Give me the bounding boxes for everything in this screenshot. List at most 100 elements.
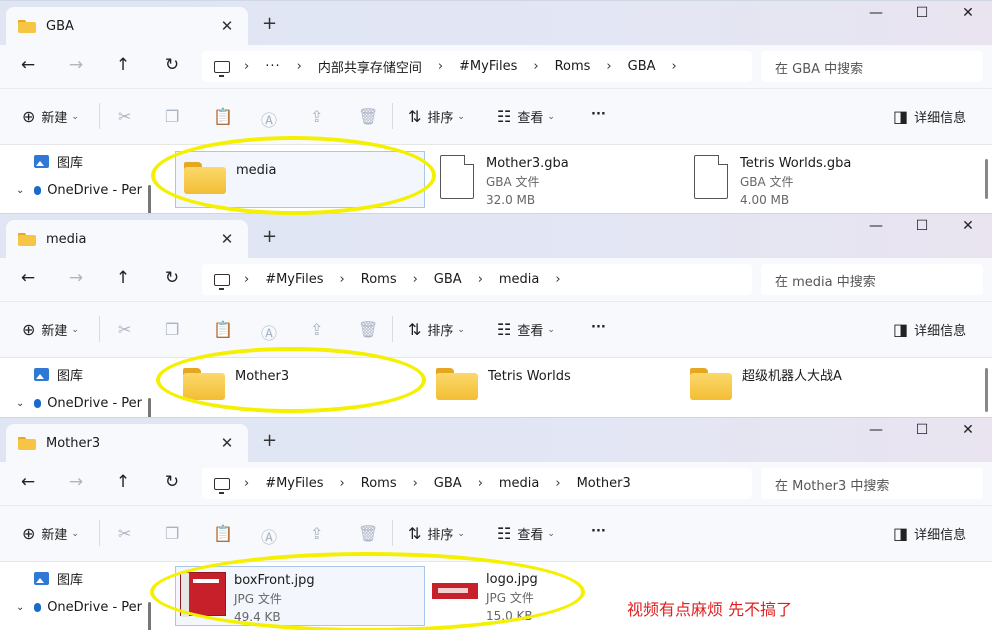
cut-button[interactable]: ✂ [118, 320, 137, 339]
share-button[interactable]: ⇪ [310, 320, 329, 339]
tab-media[interactable]: media ✕ [6, 220, 248, 258]
content-scrollbar[interactable] [985, 368, 988, 412]
more-button[interactable]: ··· [591, 107, 606, 122]
delete-button[interactable]: 🗑 [358, 107, 384, 126]
list-item[interactable]: media [175, 151, 425, 208]
details-button[interactable]: ◨ 详细信息 [893, 524, 966, 543]
breadcrumb-item[interactable]: GBA [434, 272, 462, 287]
rename-button[interactable]: Ⓐ [261, 320, 283, 344]
sidebar-item-gallery[interactable]: 图库 [16, 152, 142, 171]
back-icon[interactable]: ← [16, 55, 40, 75]
breadcrumb-item[interactable]: GBA [628, 59, 656, 74]
tab-close-icon[interactable]: ✕ [218, 230, 236, 248]
cut-button[interactable]: ✂ [118, 107, 137, 126]
tab-gba[interactable]: GBA ✕ [6, 7, 248, 45]
view-button[interactable]: ☷ 查看 ⌄ [497, 320, 555, 339]
search-input[interactable]: 在 media 中搜索 [761, 264, 983, 295]
chevron-right-icon[interactable]: › [606, 59, 611, 74]
sort-button[interactable]: ⇅ 排序 ⌄ [408, 320, 465, 339]
maximize-icon[interactable]: ☐ [902, 218, 942, 234]
tab-mother3[interactable]: Mother3 ✕ [6, 424, 248, 462]
back-icon[interactable]: ← [16, 268, 40, 288]
content-scrollbar[interactable] [985, 159, 988, 199]
back-icon[interactable]: ← [16, 472, 40, 492]
breadcrumb-item[interactable]: #MyFiles [459, 59, 517, 74]
sidebar-scrollbar[interactable] [148, 602, 151, 630]
sidebar-scrollbar[interactable] [148, 398, 151, 417]
breadcrumb-item[interactable]: media [499, 476, 540, 491]
chevron-right-icon[interactable]: › [555, 272, 560, 287]
breadcrumb-item[interactable]: Roms [361, 476, 397, 491]
forward-icon[interactable]: → [64, 268, 88, 288]
close-icon[interactable]: ✕ [948, 422, 988, 438]
chevron-right-icon[interactable]: › [340, 476, 345, 491]
sidebar-item-onedrive[interactable]: ⌄ OneDrive - Per [16, 396, 142, 411]
sidebar-item-gallery[interactable]: 图库 [16, 569, 142, 588]
refresh-icon[interactable]: ↻ [160, 55, 184, 75]
breadcrumb-item[interactable]: ··· [265, 59, 280, 74]
chevron-right-icon[interactable]: › [438, 59, 443, 74]
breadcrumb[interactable]: › #MyFiles › Roms › GBA › media › Mother… [202, 468, 752, 499]
tab-close-icon[interactable]: ✕ [218, 434, 236, 452]
new-button[interactable]: ⊕ 新建 ⌄ [22, 320, 79, 339]
breadcrumb-item[interactable]: Roms [555, 59, 591, 74]
paste-button[interactable]: 📋 [213, 107, 239, 126]
list-item[interactable]: Tetris Worlds.gba GBA 文件 4.00 MB [694, 155, 944, 207]
refresh-icon[interactable]: ↻ [160, 472, 184, 492]
list-item[interactable]: boxFront.jpg JPG 文件 49.4 KB [175, 566, 425, 626]
chevron-right-icon[interactable]: › [672, 59, 677, 74]
share-button[interactable]: ⇪ [310, 107, 329, 126]
chevron-right-icon[interactable]: › [533, 59, 538, 74]
chevron-right-icon[interactable]: › [244, 272, 249, 287]
cut-button[interactable]: ✂ [118, 524, 137, 543]
details-button[interactable]: ◨ 详细信息 [893, 320, 966, 339]
up-icon[interactable]: ↑ [111, 268, 135, 288]
sort-button[interactable]: ⇅ 排序 ⌄ [408, 107, 465, 126]
share-button[interactable]: ⇪ [310, 524, 329, 543]
breadcrumb-item[interactable]: Roms [361, 272, 397, 287]
breadcrumb-item[interactable]: GBA [434, 476, 462, 491]
chevron-right-icon[interactable]: › [555, 476, 560, 491]
more-button[interactable]: ··· [591, 524, 606, 539]
sidebar-item-onedrive[interactable]: ⌄ OneDrive - Per [16, 600, 142, 615]
forward-icon[interactable]: → [64, 472, 88, 492]
paste-button[interactable]: 📋 [213, 320, 239, 339]
new-tab-icon[interactable]: + [262, 13, 277, 34]
maximize-icon[interactable]: ☐ [902, 422, 942, 438]
list-item[interactable]: Mother3.gba GBA 文件 32.0 MB [440, 155, 670, 207]
breadcrumb-item[interactable]: #MyFiles [265, 272, 323, 287]
rename-button[interactable]: Ⓐ [261, 107, 283, 131]
up-icon[interactable]: ↑ [111, 55, 135, 75]
minimize-icon[interactable]: — [856, 422, 896, 438]
chevron-right-icon[interactable]: › [413, 476, 418, 491]
search-input[interactable]: 在 GBA 中搜索 [761, 51, 983, 82]
list-item[interactable]: logo.jpg JPG 文件 15.0 KB [432, 571, 592, 623]
new-button[interactable]: ⊕ 新建 ⌄ [22, 107, 79, 126]
breadcrumb-item[interactable]: 内部共享存储空间 [318, 57, 422, 76]
sidebar-item-onedrive[interactable]: ⌄ OneDrive - Per [16, 183, 142, 198]
breadcrumb[interactable]: › ··· › 内部共享存储空间 › #MyFiles › Roms › GBA… [202, 51, 752, 82]
chevron-right-icon[interactable]: › [244, 476, 249, 491]
breadcrumb-item[interactable]: media [499, 272, 540, 287]
copy-button[interactable]: ❐ [165, 107, 185, 126]
list-item[interactable]: Tetris Worlds [436, 368, 666, 408]
sort-button[interactable]: ⇅ 排序 ⌄ [408, 524, 465, 543]
list-item[interactable]: 超级机器人大战A [690, 368, 950, 408]
minimize-icon[interactable]: — [856, 5, 896, 21]
forward-icon[interactable]: → [64, 55, 88, 75]
search-input[interactable]: 在 Mother3 中搜索 [761, 468, 983, 499]
more-button[interactable]: ··· [591, 320, 606, 335]
delete-button[interactable]: 🗑 [358, 320, 384, 339]
tab-close-icon[interactable]: ✕ [218, 17, 236, 35]
paste-button[interactable]: 📋 [213, 524, 239, 543]
chevron-right-icon[interactable]: › [478, 476, 483, 491]
copy-button[interactable]: ❐ [165, 524, 185, 543]
view-button[interactable]: ☷ 查看 ⌄ [497, 524, 555, 543]
breadcrumb-item[interactable]: #MyFiles [265, 476, 323, 491]
minimize-icon[interactable]: — [856, 218, 896, 234]
chevron-right-icon[interactable]: › [478, 272, 483, 287]
new-tab-icon[interactable]: + [262, 226, 277, 247]
chevron-right-icon[interactable]: › [297, 59, 302, 74]
up-icon[interactable]: ↑ [111, 472, 135, 492]
list-item[interactable]: Mother3 [183, 368, 413, 408]
